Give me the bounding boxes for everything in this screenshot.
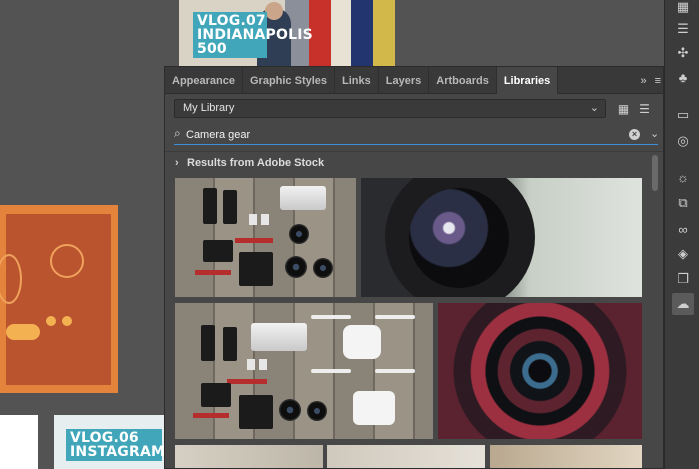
drone-propeller-graphic xyxy=(375,369,415,373)
link-icon[interactable]: ∞ xyxy=(672,218,694,240)
artboard-vlog-07[interactable]: VLOG.07 INDIANAPOLIS 500 xyxy=(179,0,395,66)
artboards-icon[interactable]: ❐ xyxy=(672,268,694,290)
camera-body-graphic xyxy=(201,383,231,407)
tab-links[interactable]: Links xyxy=(335,67,379,94)
collapse-panels-icon[interactable]: » xyxy=(640,75,646,87)
tab-graphic-styles[interactable]: Graphic Styles xyxy=(243,67,336,94)
transparency-icon[interactable]: ◎ xyxy=(672,130,694,152)
stock-result-thumbnail[interactable] xyxy=(175,178,356,297)
vlog-title-line1: VLOG.07 xyxy=(197,13,266,29)
strap-graphic xyxy=(193,413,229,418)
chevron-right-icon: › xyxy=(175,157,179,169)
lens-graphic xyxy=(307,401,327,421)
list-view-icon[interactable]: ☰ xyxy=(636,100,653,117)
stock-result-thumbnail[interactable] xyxy=(175,303,433,439)
divider xyxy=(165,151,663,152)
lens-graphic xyxy=(289,224,309,244)
results-scrollbar[interactable] xyxy=(651,155,659,467)
stock-result-thumbnail[interactable] xyxy=(438,303,642,439)
puzzle-icon[interactable]: ✣ xyxy=(672,42,694,64)
button-graphic xyxy=(46,316,56,326)
drone-body-graphic xyxy=(343,325,381,359)
vlog-title-line2: INSTAGRAM xyxy=(70,444,164,460)
club-icon[interactable]: ♣ xyxy=(672,66,694,88)
library-select-value: My Library xyxy=(183,102,235,114)
camera-body-graphic xyxy=(239,252,273,286)
memory-card-graphic xyxy=(247,359,255,370)
memory-card-graphic xyxy=(261,214,269,225)
controller-graphic xyxy=(6,324,40,340)
scrollbar-thumb[interactable] xyxy=(652,155,658,191)
camera-body-graphic xyxy=(203,240,233,262)
libraries-panel: Appearance Graphic Styles Links Layers A… xyxy=(164,66,664,469)
battery-graphic xyxy=(223,327,237,361)
layers-icon[interactable]: ◈ xyxy=(672,243,694,265)
battery-graphic xyxy=(201,325,215,361)
panel-tab-bar: Appearance Graphic Styles Links Layers A… xyxy=(165,67,663,94)
telephoto-lens-graphic xyxy=(280,186,326,210)
grid-view-icon[interactable]: ▦ xyxy=(615,100,632,117)
library-select[interactable]: My Library ⌄ xyxy=(174,99,606,118)
results-section-toggle[interactable]: › Results from Adobe Stock xyxy=(175,157,324,169)
vlog-title-line3: 500 xyxy=(197,41,227,57)
results-heading: Results from Adobe Stock xyxy=(187,157,325,169)
vlog-title-line2: INDIANAPOLIS xyxy=(197,27,313,43)
telephoto-lens-graphic xyxy=(251,323,307,351)
stock-result-thumbnail[interactable] xyxy=(490,445,642,468)
tab-artboards[interactable]: Artboards xyxy=(429,67,497,94)
asset-export-icon[interactable]: ⧉ xyxy=(672,192,694,214)
artboard-orange-headphones[interactable] xyxy=(0,205,118,393)
lens-graphic xyxy=(279,399,301,421)
search-icon: ⌕ xyxy=(174,126,181,140)
strap-graphic xyxy=(195,270,231,275)
gradient-icon[interactable]: ▭ xyxy=(672,104,694,126)
artboard-vlog-06[interactable]: VLOG.06 INSTAGRAM xyxy=(54,415,164,469)
headphone-graphic xyxy=(0,254,22,304)
artboard-white[interactable] xyxy=(0,415,38,469)
tab-appearance[interactable]: Appearance xyxy=(165,67,243,94)
drone-propeller-graphic xyxy=(311,369,351,373)
lens-glass-graphic xyxy=(409,188,509,288)
button-graphic xyxy=(62,316,72,326)
headphone-graphic xyxy=(50,244,84,278)
memory-card-graphic xyxy=(259,359,267,370)
drone-controller-graphic xyxy=(353,391,395,425)
chevron-down-icon: ⌄ xyxy=(589,102,599,114)
sun-icon[interactable]: ☼ xyxy=(672,166,694,188)
creative-cloud-libraries-icon[interactable]: ☁ xyxy=(672,293,694,315)
clear-search-icon[interactable]: × xyxy=(629,129,640,140)
battery-graphic xyxy=(223,190,237,224)
strap-graphic xyxy=(235,238,273,243)
orange-artwork xyxy=(0,214,111,385)
drone-propeller-graphic xyxy=(375,315,415,319)
vlog-title-box: VLOG.06 INSTAGRAM xyxy=(66,429,164,461)
vlog-title-box: VLOG.07 INDIANAPOLIS 500 xyxy=(193,12,313,58)
lens-graphic xyxy=(285,256,307,278)
camera-body-graphic xyxy=(239,395,273,429)
memory-card-graphic xyxy=(249,214,257,225)
panel-dock-strip: ▦ ☰ ✣ ♣ ▭ ◎ ☼ ⧉ ∞ ◈ ❐ ☁ xyxy=(664,0,699,469)
stock-result-thumbnail[interactable] xyxy=(327,445,485,468)
align-icon[interactable]: ☰ xyxy=(672,18,694,40)
panel-menu-icon[interactable]: ≡ xyxy=(655,75,661,87)
search-options-chevron-icon[interactable]: ⌄ xyxy=(650,127,659,140)
strap-graphic xyxy=(227,379,267,384)
lens-graphic xyxy=(313,258,333,278)
tab-layers[interactable]: Layers xyxy=(379,67,430,94)
vlog-title-line1: VLOG.06 xyxy=(70,430,139,446)
stock-search-field: ⌕ × ⌄ xyxy=(174,125,659,145)
drone-propeller-graphic xyxy=(311,315,351,319)
stock-result-thumbnail[interactable] xyxy=(175,445,323,468)
search-input[interactable] xyxy=(186,126,606,143)
tab-libraries[interactable]: Libraries xyxy=(496,67,559,94)
panel-tab-tools: » ≡ xyxy=(640,67,661,94)
stock-result-thumbnail[interactable] xyxy=(361,178,642,297)
grid-panel-icon[interactable]: ▦ xyxy=(672,0,694,18)
person-head xyxy=(265,2,283,20)
battery-graphic xyxy=(203,188,217,224)
